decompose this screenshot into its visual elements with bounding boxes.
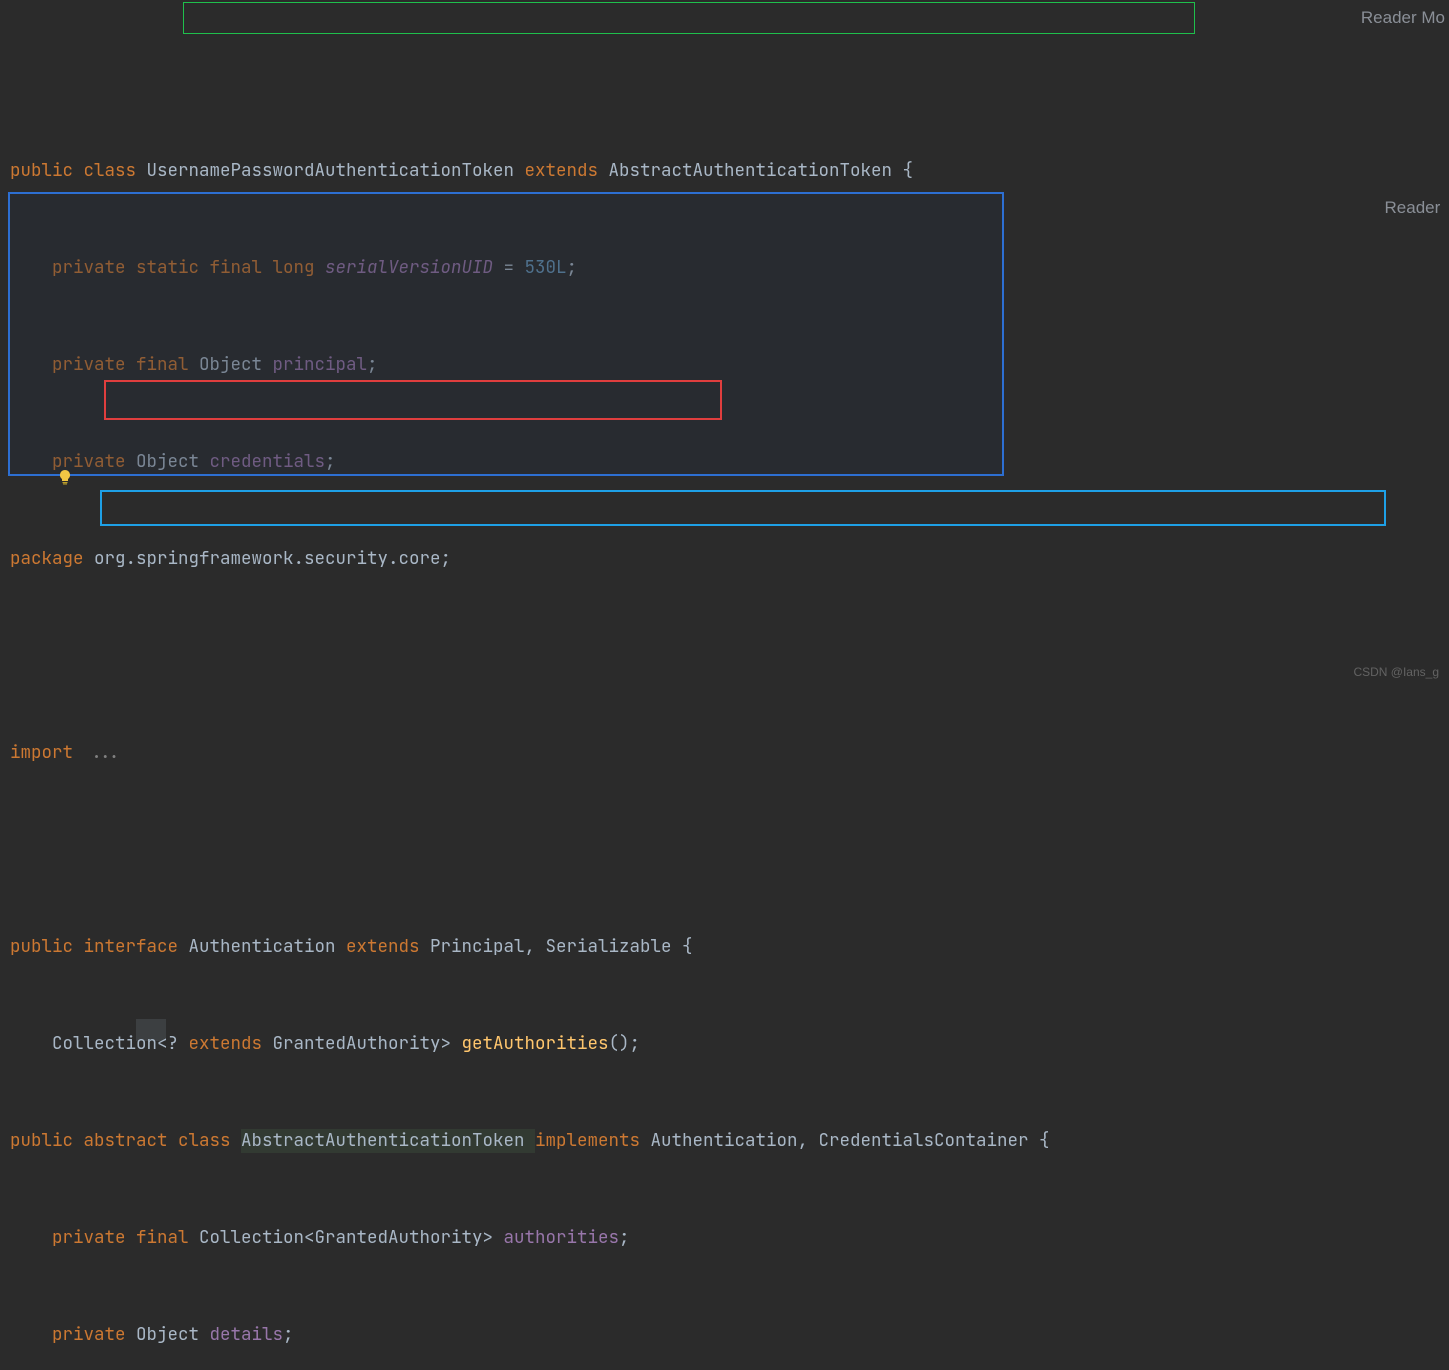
code-line-import: import ...: [10, 729, 1449, 777]
keyword-abstract: abstract: [84, 1129, 179, 1154]
code-line-interface-decl: public interface Authentication extends …: [10, 923, 1449, 971]
code-line-getauthorities: Collection<? extends GrantedAuthority> g…: [10, 1020, 1449, 1068]
field-serialvid: serialVersionUID: [325, 256, 493, 281]
folded-dots[interactable]: ...: [90, 741, 122, 766]
keyword-implements: implements: [535, 1129, 651, 1154]
code-line-class-decl: public class UsernamePasswordAuthenticat…: [10, 147, 1449, 195]
keyword-interface: interface: [84, 935, 189, 960]
superclass-name: AbstractAuthenticationToken: [609, 159, 893, 184]
keyword-long: long: [273, 256, 326, 281]
package-path: org.springframework.security.core: [94, 547, 441, 572]
code-line-abstract-class: public abstract class AbstractAuthentica…: [10, 1117, 1449, 1165]
keyword-private: private: [52, 256, 136, 281]
class-name: UsernamePasswordAuthenticationToken: [147, 159, 525, 184]
keyword-static: static: [136, 256, 210, 281]
interface-name: Authentication: [189, 935, 347, 960]
keyword-extends: extends: [525, 159, 609, 184]
code-line-details: private Object details;: [10, 1311, 1449, 1359]
watermark-text: CSDN @Ians_g: [1353, 665, 1439, 679]
class-name-highlight: AbstractAuthenticationToken: [241, 1129, 535, 1154]
code-line-authorities: private final Collection<GrantedAuthorit…: [10, 1214, 1449, 1262]
method-name: getAuthorities: [462, 1032, 609, 1057]
code-line-blank: [10, 826, 1449, 874]
number-literal: 530L: [525, 256, 567, 281]
code-line-serialvid: private static final long serialVersionU…: [10, 244, 1449, 292]
keyword-final: final: [210, 256, 273, 281]
reader-mode-button[interactable]: Reader Mo: [1361, 8, 1445, 28]
keyword-class: class: [84, 159, 147, 184]
annotation-box-green: [183, 2, 1195, 34]
reader-mode-button-2[interactable]: Reader: [1385, 198, 1445, 218]
field-details: details: [210, 1323, 284, 1348]
brace: {: [892, 159, 913, 184]
code-line-blank: [10, 632, 1449, 680]
code-editor[interactable]: public class UsernamePasswordAuthenticat…: [0, 92, 1449, 1370]
code-line-credentials: private Object credentials;: [10, 438, 1449, 486]
keyword-public: public: [10, 159, 84, 184]
keyword-import: import: [10, 741, 84, 766]
field-authorities: authorities: [504, 1226, 620, 1251]
field-principal: principal: [273, 353, 368, 378]
field-credentials: credentials: [210, 450, 326, 475]
intention-bulb-icon[interactable]: [36, 445, 52, 461]
code-line-package: package org.springframework.security.cor…: [10, 535, 1449, 583]
code-line-principal: private final Object principal;: [10, 341, 1449, 389]
keyword-package: package: [10, 547, 94, 572]
